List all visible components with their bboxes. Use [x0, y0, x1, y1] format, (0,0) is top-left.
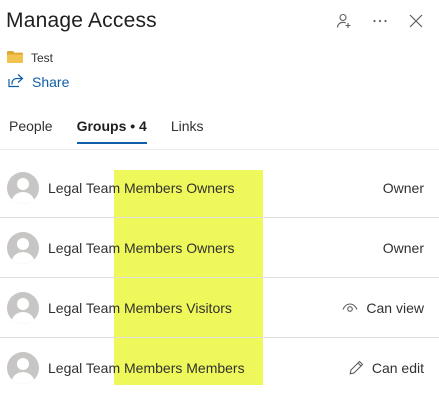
tab-groups[interactable]: Groups • 4 [76, 118, 148, 144]
share-icon [8, 73, 24, 91]
pencil-icon [349, 360, 364, 375]
role-label: Owner [382, 179, 424, 196]
tabs-divider [0, 149, 439, 150]
access-tabs: People Groups • 4 Links [9, 118, 228, 144]
eye-icon [342, 302, 358, 314]
group-name: Legal Team Members Owners [48, 239, 235, 256]
groups-list: Legal Team Members Owners Owner Legal Te… [0, 158, 439, 397]
tab-links[interactable]: Links [171, 118, 204, 144]
group-row[interactable]: Legal Team Members Visitors Can view [0, 278, 439, 338]
group-name: Legal Team Members Members [48, 359, 245, 376]
item-info: Test [7, 50, 53, 66]
group-row[interactable]: Legal Team Members Owners Owner [0, 158, 439, 218]
role-dropdown[interactable]: Can view [342, 300, 424, 316]
more-options-icon[interactable] [371, 10, 389, 32]
group-name: Legal Team Members Owners [48, 179, 235, 196]
share-label: Share [32, 74, 70, 90]
group-row[interactable]: Legal Team Members Members Can edit [0, 338, 439, 397]
group-name: Legal Team Members Visitors [48, 299, 232, 316]
avatar [7, 231, 39, 264]
role-dropdown[interactable]: Can edit [349, 360, 424, 376]
avatar [7, 351, 39, 384]
folder-icon [7, 50, 23, 66]
role-label: Can view [366, 299, 424, 316]
role-dropdown[interactable]: Owner [383, 240, 424, 256]
close-icon[interactable] [407, 10, 425, 32]
avatar [7, 291, 39, 324]
role-label: Owner [382, 239, 424, 256]
header-actions [335, 10, 425, 32]
item-name: Test [31, 51, 54, 65]
group-row[interactable]: Legal Team Members Owners Owner [0, 218, 439, 278]
avatar [7, 171, 39, 204]
share-link[interactable]: Share [8, 73, 69, 91]
role-dropdown[interactable]: Owner [383, 180, 424, 196]
add-person-icon[interactable] [335, 10, 353, 32]
tab-people[interactable]: People [9, 118, 53, 144]
role-label: Can edit [371, 359, 424, 376]
page-title: Manage Access [6, 9, 157, 32]
